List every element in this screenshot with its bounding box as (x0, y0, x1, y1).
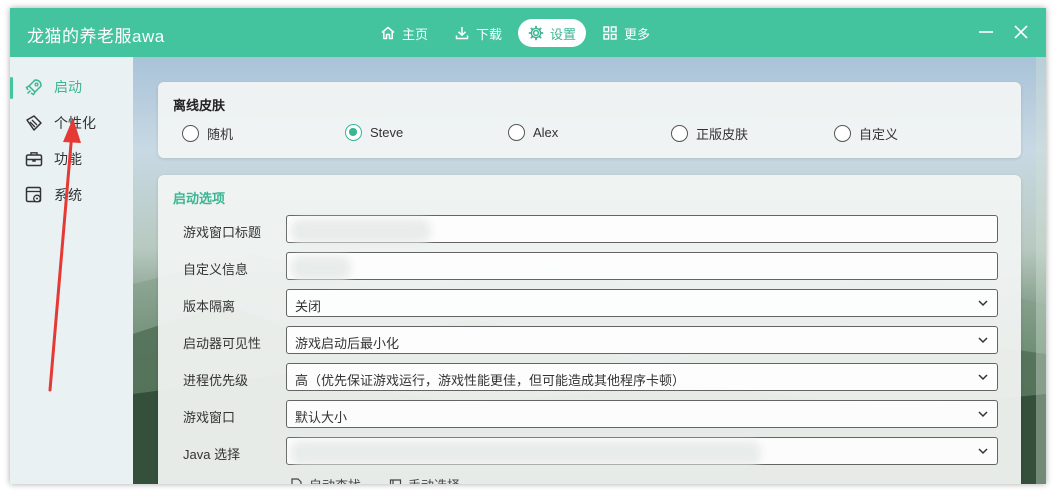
skin-radio-label: Steve (370, 125, 404, 140)
field-value: 默认大小 (295, 410, 348, 425)
chevron-down-icon (978, 411, 988, 418)
nav-settings[interactable]: 设置 (518, 19, 587, 47)
launch-options-title: 启动选项 (173, 191, 226, 206)
briefcase-icon (25, 152, 43, 167)
sidebar-item-label: 功能 (54, 151, 82, 167)
close-button[interactable] (1010, 21, 1032, 43)
version-isolation-select[interactable]: 关闭 (286, 289, 998, 317)
skin-radio-label: 正版皮肤 (696, 127, 749, 142)
skin-radio-label: 随机 (207, 127, 234, 142)
sidebar-item-label: 启动 (54, 79, 82, 95)
java-action-label: 自动查找 (309, 475, 361, 484)
offline-skin-title: 离线皮肤 (173, 98, 226, 113)
form-label: 自定义信息 (183, 262, 249, 277)
process-priority-select[interactable]: 高（优先保证游戏运行，游戏性能更佳，但可能造成其他程序卡顿） (286, 363, 998, 391)
launcher-visibility-select[interactable]: 游戏启动后最小化 (286, 326, 998, 354)
chevron-down-icon (978, 337, 988, 344)
nav-more-label: 更多 (624, 26, 651, 42)
java-select[interactable] (286, 437, 998, 465)
form-label: 游戏窗口标题 (183, 225, 262, 240)
form-row-window-title: 游戏窗口标题 (183, 215, 1003, 245)
gear-icon (528, 25, 544, 41)
download-icon (455, 27, 469, 40)
nav-more[interactable]: 更多 (592, 19, 660, 47)
form-label: 版本隔离 (183, 299, 236, 314)
radio-circle (182, 125, 199, 142)
nav-home[interactable]: 主页 (370, 19, 438, 47)
radio-circle (508, 124, 525, 141)
skin-radio-random[interactable]: 随机 (182, 124, 233, 143)
field-value: 关闭 (295, 299, 322, 314)
redacted-text (291, 441, 761, 465)
nav-settings-label: 设置 (550, 26, 577, 42)
sidebar-item-launch[interactable]: 启动 (10, 69, 133, 105)
custom-info-input[interactable] (286, 252, 998, 280)
form-row-game-window: 游戏窗口 默认大小 (183, 400, 1003, 430)
java-action-label: 手动选择 (408, 475, 460, 484)
chevron-down-icon (978, 448, 988, 455)
settings-content: 离线皮肤 随机 Steve Alex 正版皮肤 自定义 启动选项 游戏窗口标题 … (133, 57, 1046, 484)
form-row-version-isolation: 版本隔离 关闭 (183, 289, 1003, 319)
java-auto-find-button[interactable]: 自动查找 (290, 475, 361, 484)
radio-circle (671, 125, 688, 142)
radio-circle (345, 124, 362, 141)
offline-skin-card: 离线皮肤 随机 Steve Alex 正版皮肤 自定义 (158, 82, 1021, 158)
nav-download[interactable]: 下载 (444, 19, 512, 47)
skin-radio-label: Alex (533, 125, 559, 140)
app-title: 龙猫的养老服awa (27, 27, 165, 46)
nav-download-label: 下载 (476, 26, 503, 42)
form-label: 启动器可见性 (183, 336, 262, 351)
java-manual-select-button[interactable]: 手动选择 (389, 475, 460, 484)
skin-radio-label: 自定义 (859, 127, 899, 142)
minimize-icon (979, 31, 993, 33)
document-search-icon (291, 478, 302, 484)
form-label: 游戏窗口 (183, 410, 236, 425)
scrollbar-track[interactable] (1036, 57, 1046, 484)
skin-radio-steve[interactable]: Steve (345, 124, 403, 141)
radio-circle (834, 125, 851, 142)
sidebar: 启动 个性化 功能 系统 (10, 57, 133, 484)
form-row-java-select: Java 选择 (183, 437, 1003, 467)
java-actions: 自动查找 手动选择 (290, 475, 460, 484)
chevron-down-icon (978, 300, 988, 307)
window-title-input[interactable] (286, 215, 998, 243)
form-row-process-priority: 进程优先级 高（优先保证游戏运行，游戏性能更佳，但可能造成其他程序卡顿） (183, 363, 1003, 393)
sidebar-item-system[interactable]: 系统 (10, 177, 133, 213)
settings-window-icon (25, 186, 42, 203)
rocket-icon (25, 79, 42, 96)
field-value: 高（优先保证游戏运行，游戏性能更佳，但可能造成其他程序卡顿） (295, 373, 686, 388)
skin-radio-alex[interactable]: Alex (508, 124, 558, 141)
redacted-text (291, 256, 351, 280)
home-icon (381, 26, 395, 40)
brush-icon (26, 115, 42, 131)
sidebar-item-personalize[interactable]: 个性化 (10, 105, 133, 141)
sidebar-item-features[interactable]: 功能 (10, 141, 133, 177)
launcher-window: 龙猫的养老服awa 主页 下载 设置 更多 启动 个性化 功能 系统 离线皮肤 … (10, 8, 1046, 484)
nav-home-label: 主页 (402, 26, 429, 42)
sidebar-item-label: 个性化 (54, 115, 96, 131)
grid-icon (603, 26, 617, 40)
chevron-down-icon (978, 374, 988, 381)
skin-radio-group: 随机 Steve Alex 正版皮肤 自定义 (182, 124, 1012, 144)
title-bar[interactable]: 龙猫的养老服awa 主页 下载 设置 更多 (10, 8, 1046, 57)
form-label: 进程优先级 (183, 373, 249, 388)
folder-icon (389, 479, 402, 484)
game-window-select[interactable]: 默认大小 (286, 400, 998, 428)
skin-radio-custom[interactable]: 自定义 (834, 124, 898, 143)
redacted-text (291, 219, 431, 243)
skin-radio-official[interactable]: 正版皮肤 (671, 124, 748, 143)
minimize-button[interactable] (975, 21, 997, 43)
launch-options-card: 启动选项 游戏窗口标题 自定义信息 版本隔离 关闭 启动器可见性 游戏启动后最小… (158, 175, 1021, 484)
sidebar-item-label: 系统 (54, 187, 82, 203)
close-icon (1014, 25, 1028, 39)
field-value: 游戏启动后最小化 (295, 336, 400, 351)
form-label: Java 选择 (183, 447, 241, 462)
top-nav: 主页 下载 设置 更多 (370, 19, 660, 47)
form-row-custom-info: 自定义信息 (183, 252, 1003, 282)
form-row-launcher-visibility: 启动器可见性 游戏启动后最小化 (183, 326, 1003, 356)
